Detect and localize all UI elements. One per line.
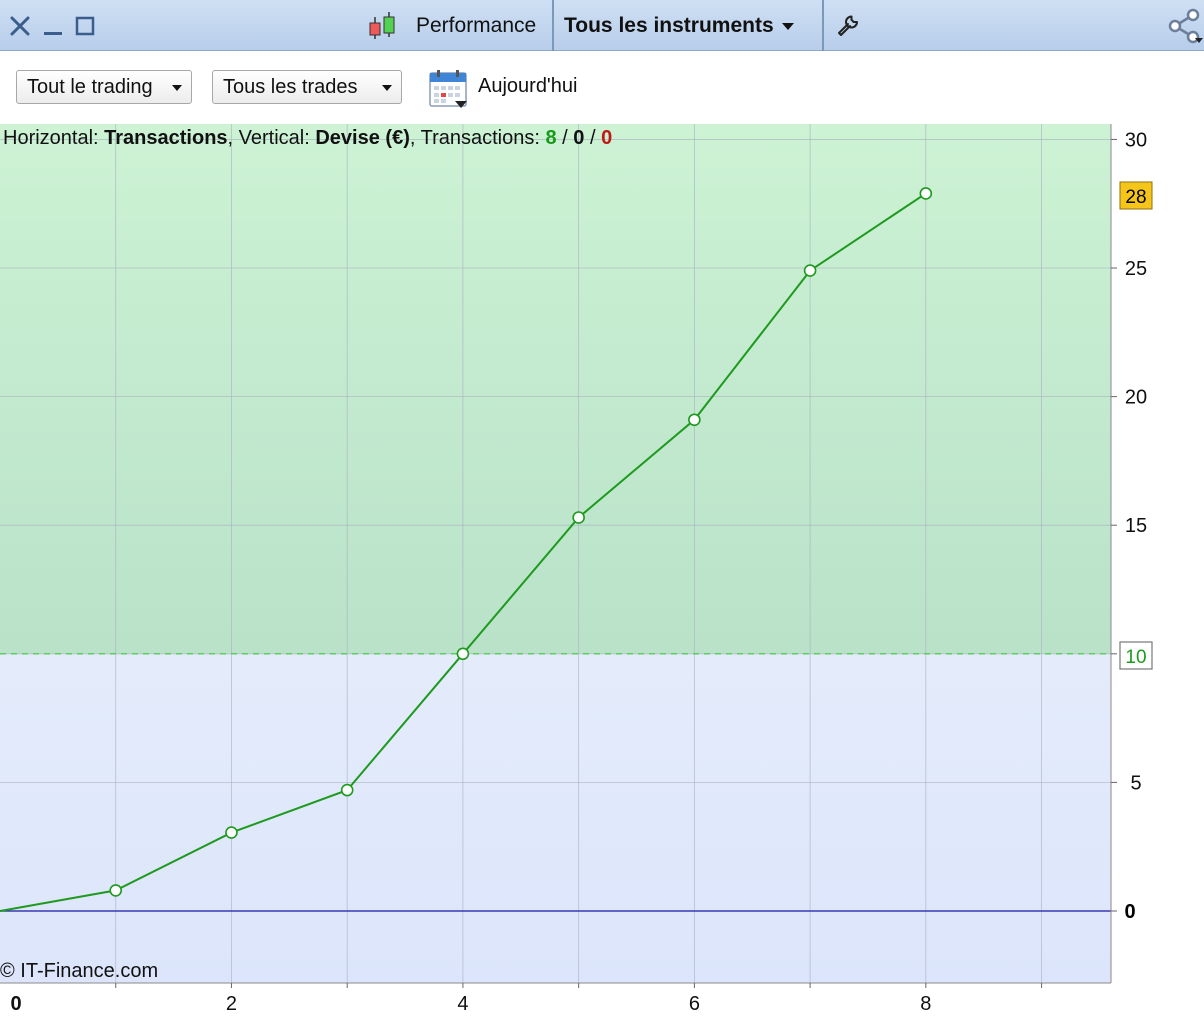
y-tick-label: 25 — [1125, 258, 1147, 280]
data-point — [225, 826, 238, 839]
info-horizontal-label: Horizontal: — [3, 127, 104, 149]
count-total: 8 — [545, 127, 556, 149]
data-point — [340, 783, 354, 797]
data-point — [919, 187, 933, 200]
info-vertical-value: Devise (€) — [315, 127, 410, 149]
y-tick-label: 15 — [1125, 515, 1147, 537]
y-tick-label: 20 — [1125, 387, 1147, 409]
x-tick-label: 8 — [920, 993, 931, 1015]
performance-chart: 30 25 20 15 5 0 2 4 6 8 28 10 0 Horizontal: Trans… — [0, 124, 1153, 1015]
y-tick-label: 30 — [1125, 129, 1147, 151]
data-point — [688, 413, 701, 427]
count-separator: / — [584, 127, 601, 149]
x-tick-label: 6 — [689, 993, 700, 1015]
target-value-badge: 10 — [1119, 641, 1153, 670]
count-separator: / — [557, 127, 574, 149]
count-neutral: 0 — [573, 127, 584, 149]
data-point — [109, 884, 123, 897]
x-tick-label: 0 — [10, 993, 21, 1015]
data-point — [572, 511, 585, 524]
copyright-label: © IT-Finance.com — [0, 960, 158, 982]
last-value-badge: 28 — [1119, 181, 1153, 210]
info-vertical-label: , Vertical: — [228, 127, 316, 149]
info-transactions-label: , Transactions: — [410, 127, 546, 149]
x-tick-label: 2 — [226, 993, 237, 1015]
target-value-label: 10 — [1125, 647, 1146, 668]
last-value-label: 28 — [1125, 187, 1146, 208]
data-point — [456, 647, 470, 661]
x-tick-label: 4 — [457, 993, 468, 1015]
zero-value-label: 0 — [1124, 901, 1135, 923]
data-point — [803, 264, 817, 277]
chart-info-line: Horizontal: Transactions, Vertical: Devi… — [3, 127, 612, 149]
info-horizontal-value: Transactions — [104, 127, 227, 149]
profit-zone — [0, 124, 1111, 654]
count-loss: 0 — [601, 127, 612, 149]
y-tick-label: 5 — [1130, 772, 1141, 794]
below-target-zone — [0, 653, 1111, 983]
